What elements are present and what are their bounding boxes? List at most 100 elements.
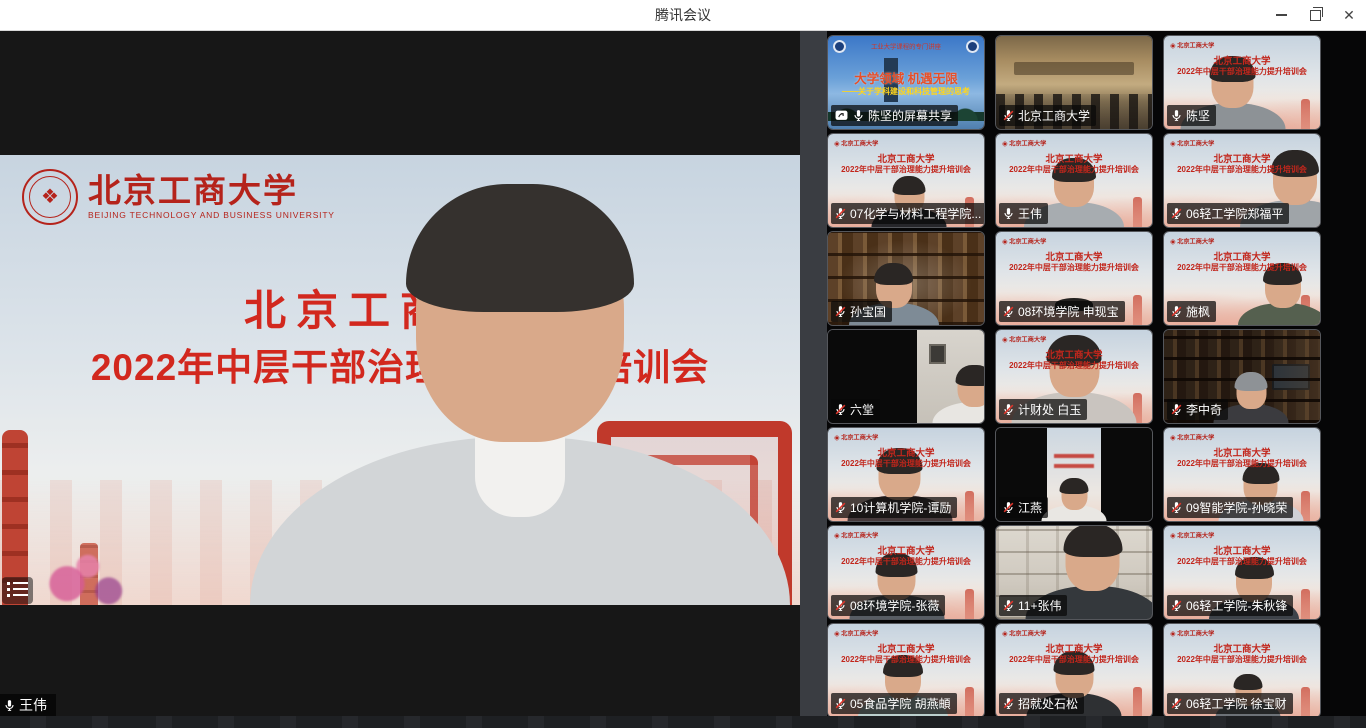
banner-mini-line1: 北京工商大学 bbox=[828, 641, 984, 655]
mini-university-logo: ◉ 北京工商大学 bbox=[1170, 432, 1214, 441]
participant-name-label: 王伟 bbox=[999, 203, 1048, 224]
mic-icon bbox=[1170, 109, 1183, 122]
participant-name: 陈坚的屏幕共享 bbox=[868, 107, 952, 124]
participant-tile[interactable]: ◉ 北京工商大学 北京工商大学 2022年中层干部治理能力提升培训会 08环境学… bbox=[995, 231, 1153, 326]
participant-tile[interactable]: ◉ 北京工商大学 北京工商大学 2022年中层干部治理能力提升培训会 招就处石松 bbox=[995, 623, 1153, 718]
restore-button[interactable] bbox=[1298, 0, 1332, 30]
participant-tile[interactable]: ◉ 北京工商大学 北京工商大学 2022年中层干部治理能力提升培训会 王伟 bbox=[995, 133, 1153, 228]
participant-tile[interactable]: 北京工商大学 bbox=[995, 35, 1153, 130]
participant-name-label: 08环境学院-张薇 bbox=[831, 595, 945, 616]
participant-tile[interactable]: ◉ 北京工商大学 北京工商大学 2022年中层干部治理能力提升培训会 08环境学… bbox=[827, 525, 985, 620]
participant-name-label: 招就处石松 bbox=[999, 693, 1084, 714]
portrait-video-strip bbox=[1047, 428, 1100, 521]
mic-muted-icon bbox=[1002, 305, 1015, 318]
banner-mini-line1: 北京工商大学 bbox=[1164, 641, 1320, 655]
mic-muted-icon bbox=[1170, 697, 1183, 710]
picture-frame-decor bbox=[929, 344, 946, 364]
mic-muted-icon bbox=[1170, 403, 1183, 416]
main-video-stage[interactable]: 北京工商大学 BEIJING TECHNOLOGY AND BUSINESS U… bbox=[0, 155, 800, 605]
banner-mini-line1: 北京工商大学 bbox=[996, 347, 1152, 361]
mic-muted-icon bbox=[1002, 697, 1015, 710]
university-name-cn: 北京工商大学 bbox=[88, 174, 335, 207]
mic-muted-icon bbox=[834, 207, 847, 220]
mini-university-logo: ◉ 北京工商大学 bbox=[1002, 138, 1046, 147]
participant-name-label: 孙宝国 bbox=[831, 301, 892, 322]
participant-name: 08环境学院-张薇 bbox=[850, 597, 939, 614]
participant-tile[interactable]: ◉ 北京工商大学 北京工商大学 2022年中层干部治理能力提升培训会 07化学与… bbox=[827, 133, 985, 228]
banner-title-line2: 2022年中层干部治理能力提升培训会 bbox=[0, 337, 800, 391]
mini-university-logo: ◉ 北京工商大学 bbox=[834, 138, 878, 147]
participant-name-label: 11+张伟 bbox=[999, 595, 1067, 616]
mini-university-logo: ◉ 北京工商大学 bbox=[1170, 530, 1214, 539]
participant-name: 李中奇 bbox=[1186, 401, 1222, 418]
participant-tile[interactable]: ◉ 北京工商大学 北京工商大学 2022年中层干部治理能力提升培训会 06轻工学… bbox=[1163, 623, 1321, 718]
participant-name-label: 江燕 bbox=[999, 497, 1048, 518]
banner-mini-line1: 北京工商大学 bbox=[1164, 445, 1320, 459]
participant-tile[interactable]: 11+张伟 bbox=[995, 525, 1153, 620]
mini-university-logo: ◉ 北京工商大学 bbox=[834, 432, 878, 441]
banner-mini-line2: 2022年中层干部治理能力提升培训会 bbox=[828, 458, 984, 469]
participant-tile-screen-share[interactable]: 工业大学课程的专门讲座 大学领域 机遇无限 ——关于学科建设和科技管理的思考 陈… bbox=[827, 35, 985, 130]
participant-name-label: 08环境学院 申现宝 bbox=[999, 301, 1125, 322]
participant-name: 08环境学院 申现宝 bbox=[1018, 303, 1119, 320]
participant-name: 06轻工学院郑福平 bbox=[1186, 205, 1283, 222]
university-logo: 北京工商大学 BEIJING TECHNOLOGY AND BUSINESS U… bbox=[22, 169, 335, 225]
mini-university-logo: ◉ 北京工商大学 bbox=[1170, 138, 1214, 147]
mini-university-logo: ◉ 北京工商大学 bbox=[1170, 236, 1214, 245]
participant-name-label: 05食品学院 胡燕頔 bbox=[831, 693, 957, 714]
banner-mini-line1: 北京工商大学 bbox=[1164, 53, 1320, 67]
banner-mini-line2: 2022年中层干部治理能力提升培训会 bbox=[1164, 556, 1320, 567]
participant-tile[interactable]: ◉ 北京工商大学 北京工商大学 2022年中层干部治理能力提升培训会 10计算机… bbox=[827, 427, 985, 522]
participant-name: 11+张伟 bbox=[1018, 597, 1061, 614]
participant-tile[interactable]: 孙宝国 bbox=[827, 231, 985, 326]
minimize-button[interactable] bbox=[1264, 0, 1298, 30]
banner-mini-line1: 北京工商大学 bbox=[1164, 249, 1320, 263]
banner-mini-line2: 2022年中层干部治理能力提升培训会 bbox=[996, 262, 1152, 273]
participant-name: 孙宝国 bbox=[850, 303, 886, 320]
participant-tile[interactable]: ◉ 北京工商大学 北京工商大学 2022年中层干部治理能力提升培训会 施枫 bbox=[1163, 231, 1321, 326]
participant-name: 05食品学院 胡燕頔 bbox=[850, 695, 951, 712]
participant-name-label: 06轻工学院 徐宝财 bbox=[1167, 693, 1293, 714]
participant-tile[interactable]: ◉ 北京工商大学 北京工商大学 2022年中层干部治理能力提升培训会 05食品学… bbox=[827, 623, 985, 718]
banner-mini-line2: 2022年中层干部治理能力提升培训会 bbox=[828, 556, 984, 567]
participant-tile[interactable]: ◉ 北京工商大学 北京工商大学 2022年中层干部治理能力提升培训会 陈坚 bbox=[1163, 35, 1321, 130]
close-icon: ✕ bbox=[1343, 8, 1355, 22]
participant-name-label: 计财处 白玉 bbox=[999, 399, 1087, 420]
banner-mini-line1: 北京工商大学 bbox=[828, 543, 984, 557]
participant-name: 06轻工学院 徐宝财 bbox=[1186, 695, 1287, 712]
participant-name: 06轻工学院-朱秋锋 bbox=[1186, 597, 1287, 614]
participant-name-label: 北京工商大学 bbox=[999, 105, 1096, 126]
participant-tile[interactable]: ◉ 北京工商大学 北京工商大学 2022年中层干部治理能力提升培训会 09智能学… bbox=[1163, 427, 1321, 522]
mic-muted-icon bbox=[834, 305, 847, 318]
mini-university-logo: ◉ 北京工商大学 bbox=[1002, 334, 1046, 343]
portrait-video-strip bbox=[917, 330, 984, 423]
mini-university-logo: ◉ 北京工商大学 bbox=[1170, 628, 1214, 637]
mic-muted-icon bbox=[834, 501, 847, 514]
participant-name: 招就处石松 bbox=[1018, 695, 1078, 712]
minimize-icon bbox=[1276, 14, 1287, 16]
participant-name: 六堂 bbox=[850, 401, 874, 418]
backdrop-red-arch-decor bbox=[597, 421, 792, 605]
mic-icon bbox=[3, 699, 16, 712]
panel-resize-divider[interactable] bbox=[800, 30, 827, 728]
banner-mini-line2: 2022年中层干部治理能力提升培训会 bbox=[828, 654, 984, 665]
banner-mini-line2: 2022年中层干部治理能力提升培训会 bbox=[1164, 66, 1320, 77]
participants-panel: 工业大学课程的专门讲座 大学领域 机遇无限 ——关于学科建设和科技管理的思考 陈… bbox=[827, 30, 1366, 728]
banner-mini-line2: 2022年中层干部治理能力提升培训会 bbox=[1164, 458, 1320, 469]
participants-grid: 工业大学课程的专门讲座 大学领域 机遇无限 ——关于学科建设和科技管理的思考 陈… bbox=[827, 35, 1319, 716]
main-speaker-name-label: 王伟 bbox=[0, 694, 56, 716]
participant-tile[interactable]: ◉ 北京工商大学 北京工商大学 2022年中层干部治理能力提升培训会 计财处 白… bbox=[995, 329, 1153, 424]
participant-tile[interactable]: ◉ 北京工商大学 北京工商大学 2022年中层干部治理能力提升培训会 06轻工学… bbox=[1163, 525, 1321, 620]
participant-tile[interactable]: ◉ 北京工商大学 北京工商大学 2022年中层干部治理能力提升培训会 06轻工学… bbox=[1163, 133, 1321, 228]
participant-name: 07化学与材料工程学院... bbox=[850, 205, 981, 222]
participant-tile[interactable]: 六堂 bbox=[827, 329, 985, 424]
mini-university-logo: ◉ 北京工商大学 bbox=[834, 628, 878, 637]
window-titlebar: 腾讯会议 ✕ bbox=[0, 0, 1366, 31]
participant-tile[interactable]: 江燕 bbox=[995, 427, 1153, 522]
slide-title: 大学领域 机遇无限 bbox=[828, 68, 984, 87]
monitor-decor bbox=[1272, 364, 1310, 390]
slide-top-line: 工业大学课程的专门讲座 bbox=[840, 42, 973, 51]
participant-tile[interactable]: 李中奇 bbox=[1163, 329, 1321, 424]
close-button[interactable]: ✕ bbox=[1332, 0, 1366, 30]
layout-list-icon[interactable] bbox=[2, 577, 33, 604]
